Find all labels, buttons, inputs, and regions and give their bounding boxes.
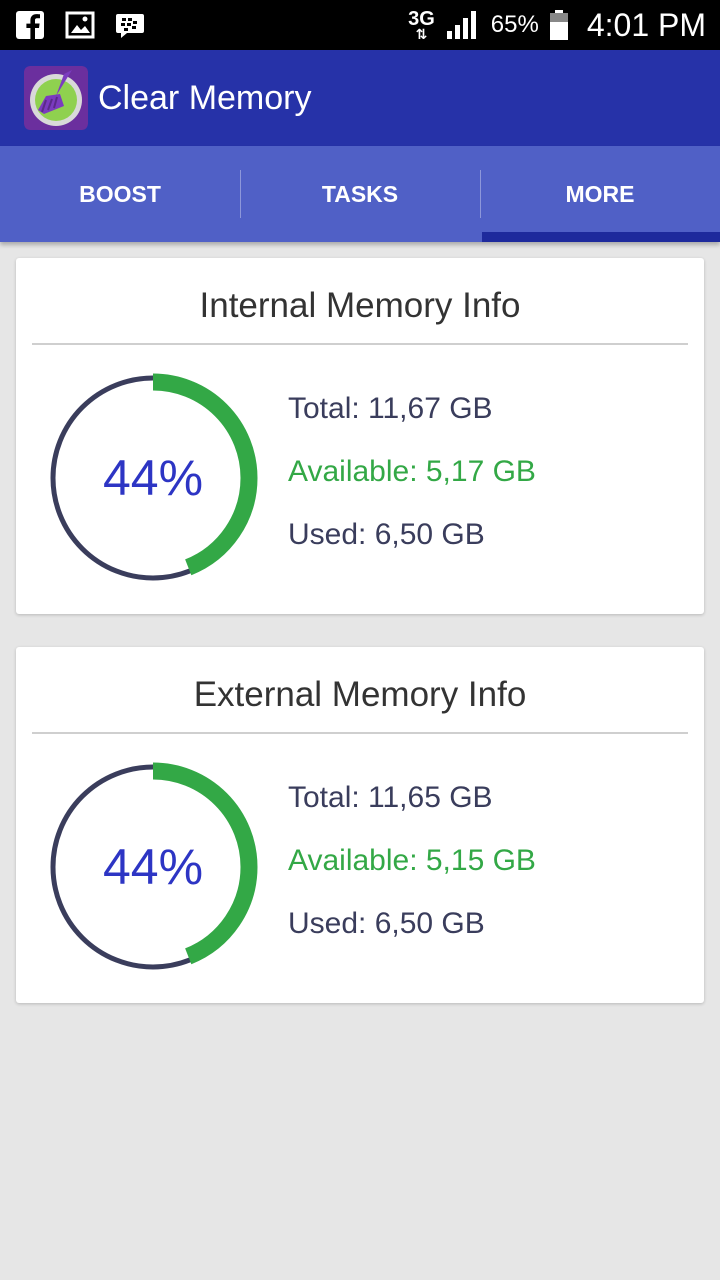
tab-label: BOOST — [79, 180, 161, 207]
internal-percent-label: 44% — [102, 450, 204, 506]
external-percent-label: 44% — [102, 839, 204, 895]
tab-tasks[interactable]: TASKS — [240, 146, 480, 242]
total-value: Total: 11,67 GB — [288, 392, 493, 425]
app-bar: Clear Memory — [0, 50, 720, 146]
divider — [32, 732, 688, 734]
facebook-icon — [16, 11, 44, 39]
divider — [32, 343, 688, 345]
tab-label: TASKS — [321, 180, 399, 207]
external-memory-card: External Memory Info 44% Total: 11,65 GB… — [16, 647, 704, 1003]
clock: 4:01 PM — [586, 6, 706, 43]
card-title: Internal Memory Info — [199, 286, 521, 325]
external-stats: Total: 11,65 GB Available: 5,15 GB Used:… — [288, 781, 536, 970]
app-title: Clear Memory — [98, 78, 312, 117]
battery-percent: 65% — [490, 11, 539, 38]
broom-icon[interactable] — [24, 66, 88, 130]
gallery-icon — [65, 11, 95, 39]
internal-memory-card: Internal Memory Info 44% Total: 11,67 GB… — [16, 258, 704, 614]
network-type-indicator: 3G ⇅ — [408, 8, 435, 42]
tab-more[interactable]: MORE — [480, 146, 720, 242]
available-value: Available: 5,15 GB — [288, 844, 536, 877]
status-bar: 3G ⇅ 65% 4:01 PM — [0, 0, 720, 50]
card-title: External Memory Info — [193, 675, 527, 714]
used-value: Used: 6,50 GB — [288, 518, 485, 551]
available-value: Available: 5,17 GB — [288, 455, 536, 488]
bbm-icon — [116, 14, 144, 38]
tab-label: MORE — [565, 180, 635, 207]
used-value: Used: 6,50 GB — [288, 907, 485, 940]
tab-bar: BOOST TASKS MORE — [0, 146, 720, 242]
tab-boost[interactable]: BOOST — [0, 146, 240, 242]
battery-icon — [549, 10, 568, 40]
signal-icon — [446, 11, 476, 39]
total-value: Total: 11,65 GB — [288, 781, 493, 814]
internal-stats: Total: 11,67 GB Available: 5,17 GB Used:… — [288, 392, 536, 581]
